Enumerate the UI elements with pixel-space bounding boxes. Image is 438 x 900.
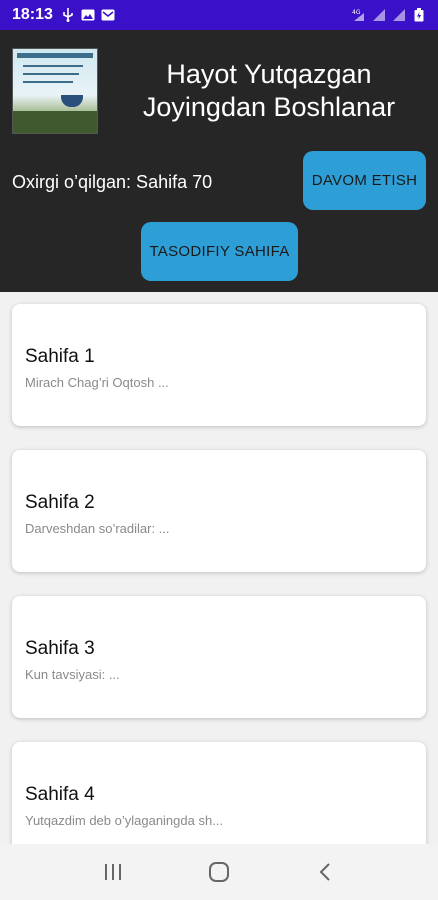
signal-icon — [372, 8, 386, 22]
continue-button[interactable]: DAVOM ETISH — [303, 151, 426, 210]
usb-icon — [61, 8, 75, 22]
page-card-title: Sahifa 2 — [25, 492, 95, 513]
page-card-subtitle: Yutqazdim deb o’ylaganingda sh... — [25, 813, 224, 828]
app-title: Hayot Yutqazgan Joyingdan Boshlanar — [142, 59, 396, 122]
page-card[interactable]: Sahifa 2 Darveshdan so’radilar: ... — [12, 450, 426, 572]
signal-icon-2 — [392, 8, 406, 22]
system-nav-bar — [0, 844, 438, 900]
back-icon[interactable] — [305, 852, 345, 892]
image-icon — [81, 8, 95, 22]
page-card[interactable]: Sahifa 3 Kun tavsiyasi: ... — [12, 596, 426, 718]
page-card-subtitle: Mirach Chag’ri Oqtosh ... — [25, 375, 169, 390]
page-card-title: Sahifa 3 — [25, 638, 95, 659]
battery-icon — [412, 8, 426, 22]
home-icon[interactable] — [199, 852, 239, 892]
last-read-label: Oxirgi o’qilgan: Sahifa 70 — [12, 172, 213, 192]
status-bar: 18:13 4G — [0, 0, 438, 30]
app-header: Hayot Yutqazgan Joyingdan Boshlanar Oxir… — [0, 30, 438, 292]
page-card-title: Sahifa 1 — [25, 346, 95, 367]
random-page-button[interactable]: TASODIFIY SAHIFA — [141, 222, 298, 281]
page-card-subtitle: Kun tavsiyasi: ... — [25, 667, 120, 682]
page-card-title: Sahifa 4 — [25, 784, 95, 805]
book-cover-image — [12, 48, 98, 134]
page-card-subtitle: Darveshdan so’radilar: ... — [25, 521, 170, 536]
mail-icon — [101, 8, 115, 22]
status-time: 18:13 — [12, 6, 53, 23]
svg-text:4G: 4G — [352, 9, 361, 16]
page-card[interactable]: Sahifa 1 Mirach Chag’ri Oqtosh ... — [12, 304, 426, 426]
recent-apps-icon[interactable] — [93, 852, 133, 892]
4g-signal-icon: 4G — [352, 8, 366, 22]
